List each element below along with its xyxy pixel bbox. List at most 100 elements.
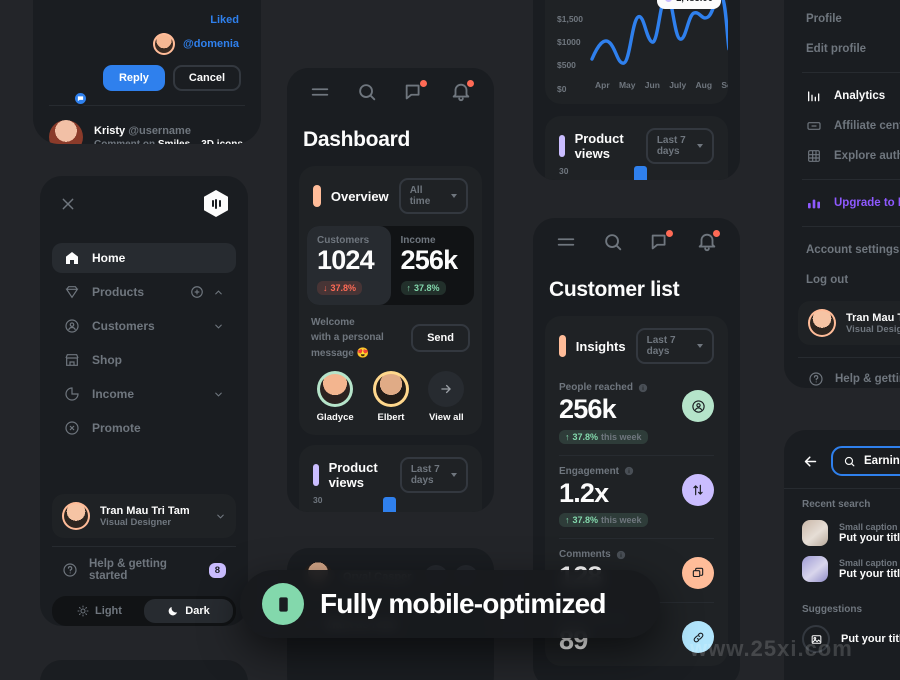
stat-value: 256k	[400, 245, 459, 275]
menu-item-label: Explore authors	[834, 150, 900, 162]
theme-toggle-dark[interactable]: Dark	[144, 599, 233, 623]
insight-row: People reached 256k ↑ 37.8% this week	[545, 376, 728, 455]
item-title: Put your title here	[839, 532, 900, 544]
stat-tile-customers[interactable]: Customers 1024 ↓ 37.8%	[307, 226, 391, 305]
menu-item-label: Edit profile	[806, 43, 867, 55]
message-icon[interactable]	[649, 230, 673, 253]
menu-item-edit-profile[interactable]: Edit profile	[784, 34, 900, 64]
search-icon	[844, 456, 855, 466]
mention-handle[interactable]: @domenia	[183, 38, 239, 50]
sidebar-item-shop[interactable]: Shop	[52, 345, 236, 375]
sidebar-item-products[interactable]: Products	[52, 277, 236, 307]
menu-item-upgrade-to-pro[interactable]: Upgrade to Pro	[784, 188, 900, 218]
lower-left-partial-panel	[40, 660, 248, 680]
user-circle-icon	[691, 399, 705, 413]
accent-bar	[313, 185, 321, 207]
menu-item-label: Analytics	[834, 90, 886, 102]
menu-icon[interactable]	[555, 231, 577, 253]
chevron-down-icon	[697, 344, 703, 348]
ticket-icon	[807, 122, 821, 130]
menu-item-label: Profile	[806, 13, 842, 25]
arrow-up-icon: ↑	[565, 515, 570, 526]
chevron-down-icon[interactable]	[213, 389, 224, 400]
chevron-down-icon[interactable]	[213, 321, 224, 332]
mobile-optimized-label: Fully mobile-optimized	[320, 588, 607, 619]
insight-icon-badge	[682, 557, 714, 590]
sidebar-help-item[interactable]: Help & getting started 8	[52, 556, 236, 584]
account-profile-card[interactable]: Tran Mau Tri Tam Visual Designer	[798, 301, 900, 345]
sidebar-profile-card[interactable]: Tran Mau Tri Tam Visual Designer	[52, 494, 236, 538]
menu-item-profile[interactable]: Profile	[784, 4, 900, 34]
menu-item-analytics[interactable]: Analytics	[784, 81, 900, 111]
reply-button[interactable]: Reply	[102, 65, 165, 91]
moon-icon	[168, 607, 178, 616]
menu-item-affiliate-center[interactable]: Affiliate center	[784, 111, 900, 141]
insight-value: 256k	[559, 394, 617, 424]
view-all-people[interactable]: View all	[428, 371, 465, 423]
avatar	[62, 502, 90, 530]
question-circle-icon	[63, 563, 77, 577]
sidebar-item-promote[interactable]: Promote	[52, 413, 236, 443]
theme-toggle[interactable]: Light Dark	[52, 596, 236, 626]
plus-icon[interactable]	[190, 285, 204, 299]
card-title: Product views	[574, 131, 624, 161]
person-elbert[interactable]: Elbert	[372, 371, 409, 423]
cancel-button[interactable]: Cancel	[172, 65, 241, 91]
bars-icon	[808, 199, 820, 209]
bell-icon[interactable]	[450, 80, 474, 103]
theme-toggle-light[interactable]: Light	[55, 599, 144, 623]
sidebar-item-income[interactable]: Income	[52, 379, 236, 409]
list-item[interactable]: Small caption Put your title here	[784, 546, 900, 582]
logo-icon[interactable]	[204, 190, 228, 217]
range-select[interactable]: Last 7 days	[645, 128, 715, 164]
sidebar-item-label: Products	[92, 285, 145, 299]
home-icon	[66, 252, 78, 264]
avatar	[372, 371, 409, 408]
watermark: www.25xi.com	[690, 636, 853, 661]
notification-dot	[467, 80, 474, 87]
menu-item-log-out[interactable]: Log out	[784, 265, 900, 295]
menu-item-explore-authors[interactable]: Explore authors	[784, 141, 900, 171]
mobile-optimized-badge: Fully mobile-optimized	[240, 570, 660, 638]
avatar	[153, 33, 176, 55]
search-icon[interactable]	[356, 81, 378, 103]
search-icon[interactable]	[602, 231, 624, 253]
info-icon[interactable]	[624, 466, 634, 476]
insight-label: Engagement	[559, 465, 620, 477]
user-circle-icon	[65, 319, 79, 333]
bell-icon[interactable]	[696, 230, 720, 253]
sidebar-item-home[interactable]: Home	[52, 243, 236, 273]
mobile-phone-icon	[278, 596, 288, 612]
list-item[interactable]: Small caption Put your title here	[784, 510, 900, 546]
analytics-panel: $1,500 $1000 $500 $0 Earning 1,485.00	[533, 0, 740, 180]
menu-icon[interactable]	[309, 81, 331, 103]
x-tick: Apr	[595, 80, 610, 90]
page-title: Dashboard	[303, 128, 410, 151]
sidebar-panel: Home Products Customers Shop Income Prom…	[40, 176, 248, 626]
sidebar-item-customers[interactable]: Customers	[52, 311, 236, 341]
y-tick: $0	[557, 84, 567, 94]
accent-bar	[559, 135, 565, 157]
info-icon[interactable]	[616, 550, 626, 560]
overview-range-select[interactable]: All time	[398, 178, 468, 214]
help-label: Help & getting started	[89, 558, 167, 582]
sidebar-item-label: Shop	[92, 353, 122, 367]
stat-tile-income[interactable]: Income 256k ↑ 37.8%	[391, 226, 475, 305]
product-views-range-select[interactable]: Last 7 days	[399, 457, 469, 494]
message-icon[interactable]	[403, 80, 427, 103]
close-icon[interactable]	[60, 196, 76, 212]
menu-item-account-settings[interactable]: Account settings	[784, 235, 900, 265]
search-input-value[interactable]: Earning	[864, 455, 900, 467]
account-help-item[interactable]: Help & getting started	[784, 364, 900, 388]
person-gladyce[interactable]: Gladyce	[317, 371, 354, 423]
item-caption: Small caption	[839, 558, 898, 568]
send-button[interactable]: Send	[411, 323, 470, 352]
search-field[interactable]: Earning	[831, 446, 900, 476]
menu-item-label: Log out	[806, 274, 849, 286]
info-icon[interactable]	[638, 383, 648, 393]
arrow-left-icon[interactable]	[802, 453, 819, 470]
chevron-down-icon[interactable]	[215, 511, 226, 522]
chevron-up-icon[interactable]	[213, 287, 224, 298]
stat-delta-value: 37.8%	[330, 282, 357, 293]
insights-range-select[interactable]: Last 7 days	[635, 328, 714, 364]
